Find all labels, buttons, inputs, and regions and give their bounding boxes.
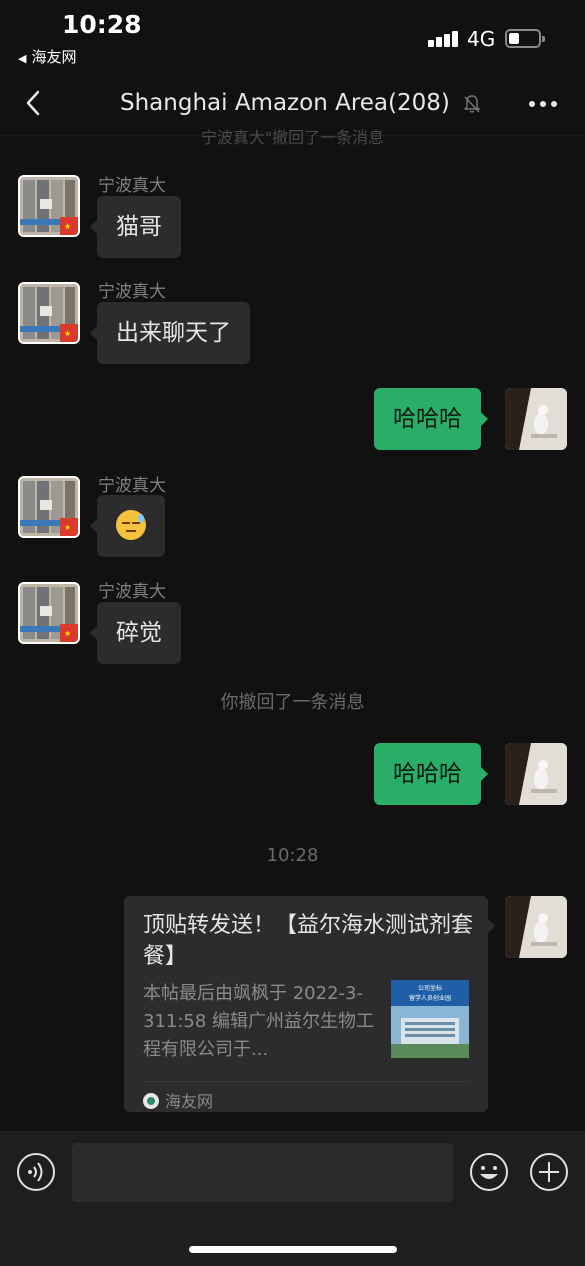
message-timestamp: 10:28 [266, 845, 319, 866]
avatar-image: ★ [20, 284, 78, 342]
shared-link-card[interactable]: 顶贴转发送！【益尔海水测试剂套餐】 本帖最后由飒枫于 2022-3-311:58… [124, 896, 495, 1112]
source-logo-icon [143, 1093, 159, 1109]
sender-name: 宁波真大 [98, 282, 166, 302]
sender-name: 宁波真大 [98, 476, 166, 496]
svg-text:★: ★ [64, 222, 71, 231]
mute-bell-icon [463, 95, 481, 113]
message-bubble[interactable]: 出来聊天了 [90, 302, 250, 364]
thumbnail-caption: 公司坐标 [418, 984, 442, 992]
link-card-source: 海友网 [143, 1088, 213, 1112]
my-avatar[interactable] [505, 896, 567, 958]
my-avatar[interactable] [505, 388, 567, 450]
avatar-image [505, 896, 567, 958]
avatar-image [505, 743, 567, 805]
link-card-description: 本帖最后由飒枫于 2022-3-311:58 编辑广州益尔生物工程有限公司于..… [143, 983, 375, 1060]
status-bar: 10:28 ◀ 海友网 4G [0, 0, 585, 72]
emoji-picker-icon[interactable] [469, 1152, 509, 1192]
sleepy-face-emoji-icon [116, 509, 146, 540]
signal-strength-icon [428, 29, 460, 47]
source-label: 海友网 [165, 1092, 214, 1111]
avatar[interactable]: ★ [18, 175, 80, 237]
message-input[interactable] [72, 1143, 453, 1202]
more-options-button[interactable] [527, 101, 559, 109]
svg-text:★: ★ [64, 329, 71, 338]
status-time: 10:28 [62, 10, 142, 39]
thumbnail-caption: 留学人员创业园 [409, 994, 451, 1002]
sender-name: 宁波真大 [98, 176, 166, 196]
sender-name: 宁波真大 [98, 582, 166, 602]
home-indicator[interactable] [189, 1246, 397, 1253]
avatar-image: ★ [20, 177, 78, 235]
svg-text:★: ★ [64, 523, 71, 532]
message-bubble[interactable]: 猫哥 [90, 196, 181, 258]
avatar-image: ★ [20, 478, 78, 536]
avatar[interactable]: ★ [18, 282, 80, 344]
back-arrow-icon[interactable] [18, 86, 52, 120]
message-bubble-outgoing[interactable]: 哈哈哈 [374, 743, 488, 805]
message-bubble[interactable] [90, 495, 165, 557]
card-divider [143, 1081, 470, 1082]
avatar-image: ★ [20, 584, 78, 642]
my-avatar[interactable] [505, 743, 567, 805]
link-card-thumbnail: 公司坐标 留学人员创业园 [391, 980, 469, 1058]
chat-title: Shanghai Amazon Area(208) [120, 90, 450, 116]
back-to-app-link[interactable]: ◀ 海友网 [18, 46, 76, 67]
back-triangle-icon: ◀ [18, 52, 27, 65]
link-card-title: 顶贴转发送！【益尔海水测试剂套餐】 [143, 913, 474, 969]
avatar[interactable]: ★ [18, 476, 80, 538]
svg-text:★: ★ [64, 629, 71, 638]
message-bubble[interactable]: 碎觉 [90, 602, 181, 664]
avatar-image [505, 388, 567, 450]
recall-notice: 你撤回了一条消息 [220, 692, 365, 713]
avatar[interactable]: ★ [18, 582, 80, 644]
voice-input-icon[interactable] [16, 1152, 56, 1192]
message-bubble-outgoing[interactable]: 哈哈哈 [374, 388, 488, 450]
battery-icon [505, 29, 545, 48]
network-type: 4G [467, 27, 496, 51]
add-attachment-icon[interactable] [529, 1152, 569, 1192]
back-app-label: 海友网 [31, 48, 77, 66]
recall-notice-faded: 宁波真大"撤回了一条消息 [200, 128, 385, 147]
